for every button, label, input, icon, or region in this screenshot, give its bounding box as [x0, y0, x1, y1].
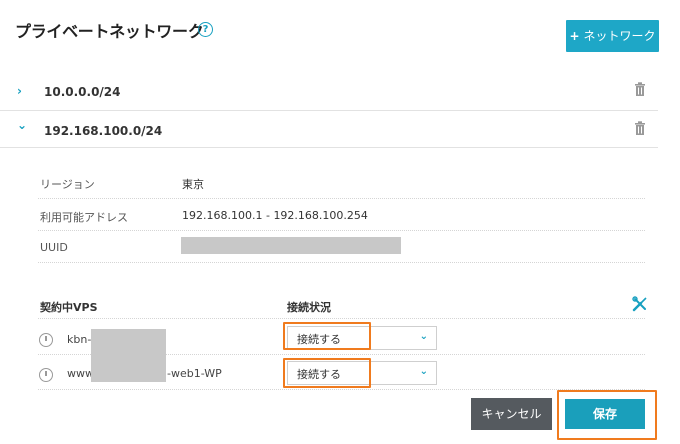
help-icon[interactable]: ? — [198, 22, 213, 37]
trash-icon[interactable] — [634, 121, 646, 135]
tools-icon[interactable] — [632, 296, 648, 312]
status-column-header: 接続状況 — [287, 301, 331, 314]
chevron-right-icon[interactable]: › — [17, 84, 22, 98]
divider — [38, 389, 645, 390]
uuid-label: UUID — [40, 241, 68, 254]
add-network-button[interactable]: + ネットワーク — [566, 20, 659, 52]
vps-name-suffix: -web1-WP — [167, 367, 222, 380]
region-label: リージョン — [40, 178, 95, 191]
divider — [38, 318, 645, 319]
add-network-label: ネットワーク — [583, 29, 656, 43]
uuid-redacted — [181, 237, 401, 254]
plus-icon: + — [569, 29, 580, 43]
chevron-down-icon: ⌄ — [419, 331, 428, 342]
power-icon — [39, 333, 53, 347]
page-title: プライベートネットワーク — [15, 22, 204, 41]
vps-column-header: 契約中VPS — [40, 301, 98, 314]
address-range-label: 利用可能アドレス — [40, 211, 128, 224]
chevron-down-icon[interactable]: ⌄ — [17, 118, 27, 132]
network-row[interactable]: › 10.0.0.0/24 — [0, 74, 658, 111]
divider — [38, 230, 645, 231]
region-value: 東京 — [182, 178, 204, 191]
address-range-value: 192.168.100.1 - 192.168.100.254 — [182, 209, 368, 222]
trash-icon[interactable] — [634, 82, 646, 96]
highlight-box — [283, 322, 371, 350]
network-row[interactable]: ⌄ 192.168.100.0/24 — [0, 111, 658, 148]
divider — [38, 262, 645, 263]
chevron-down-icon: ⌄ — [419, 366, 428, 377]
network-cidr: 10.0.0.0/24 — [44, 85, 121, 99]
save-button[interactable]: 保存 — [565, 399, 645, 429]
highlight-box — [283, 358, 371, 388]
power-icon — [39, 368, 53, 382]
network-cidr: 192.168.100.0/24 — [44, 124, 163, 138]
vps-name-redacted — [91, 329, 166, 382]
divider — [38, 198, 645, 199]
cancel-button[interactable]: キャンセル — [471, 398, 552, 430]
vps-name-prefix: www — [67, 367, 94, 380]
